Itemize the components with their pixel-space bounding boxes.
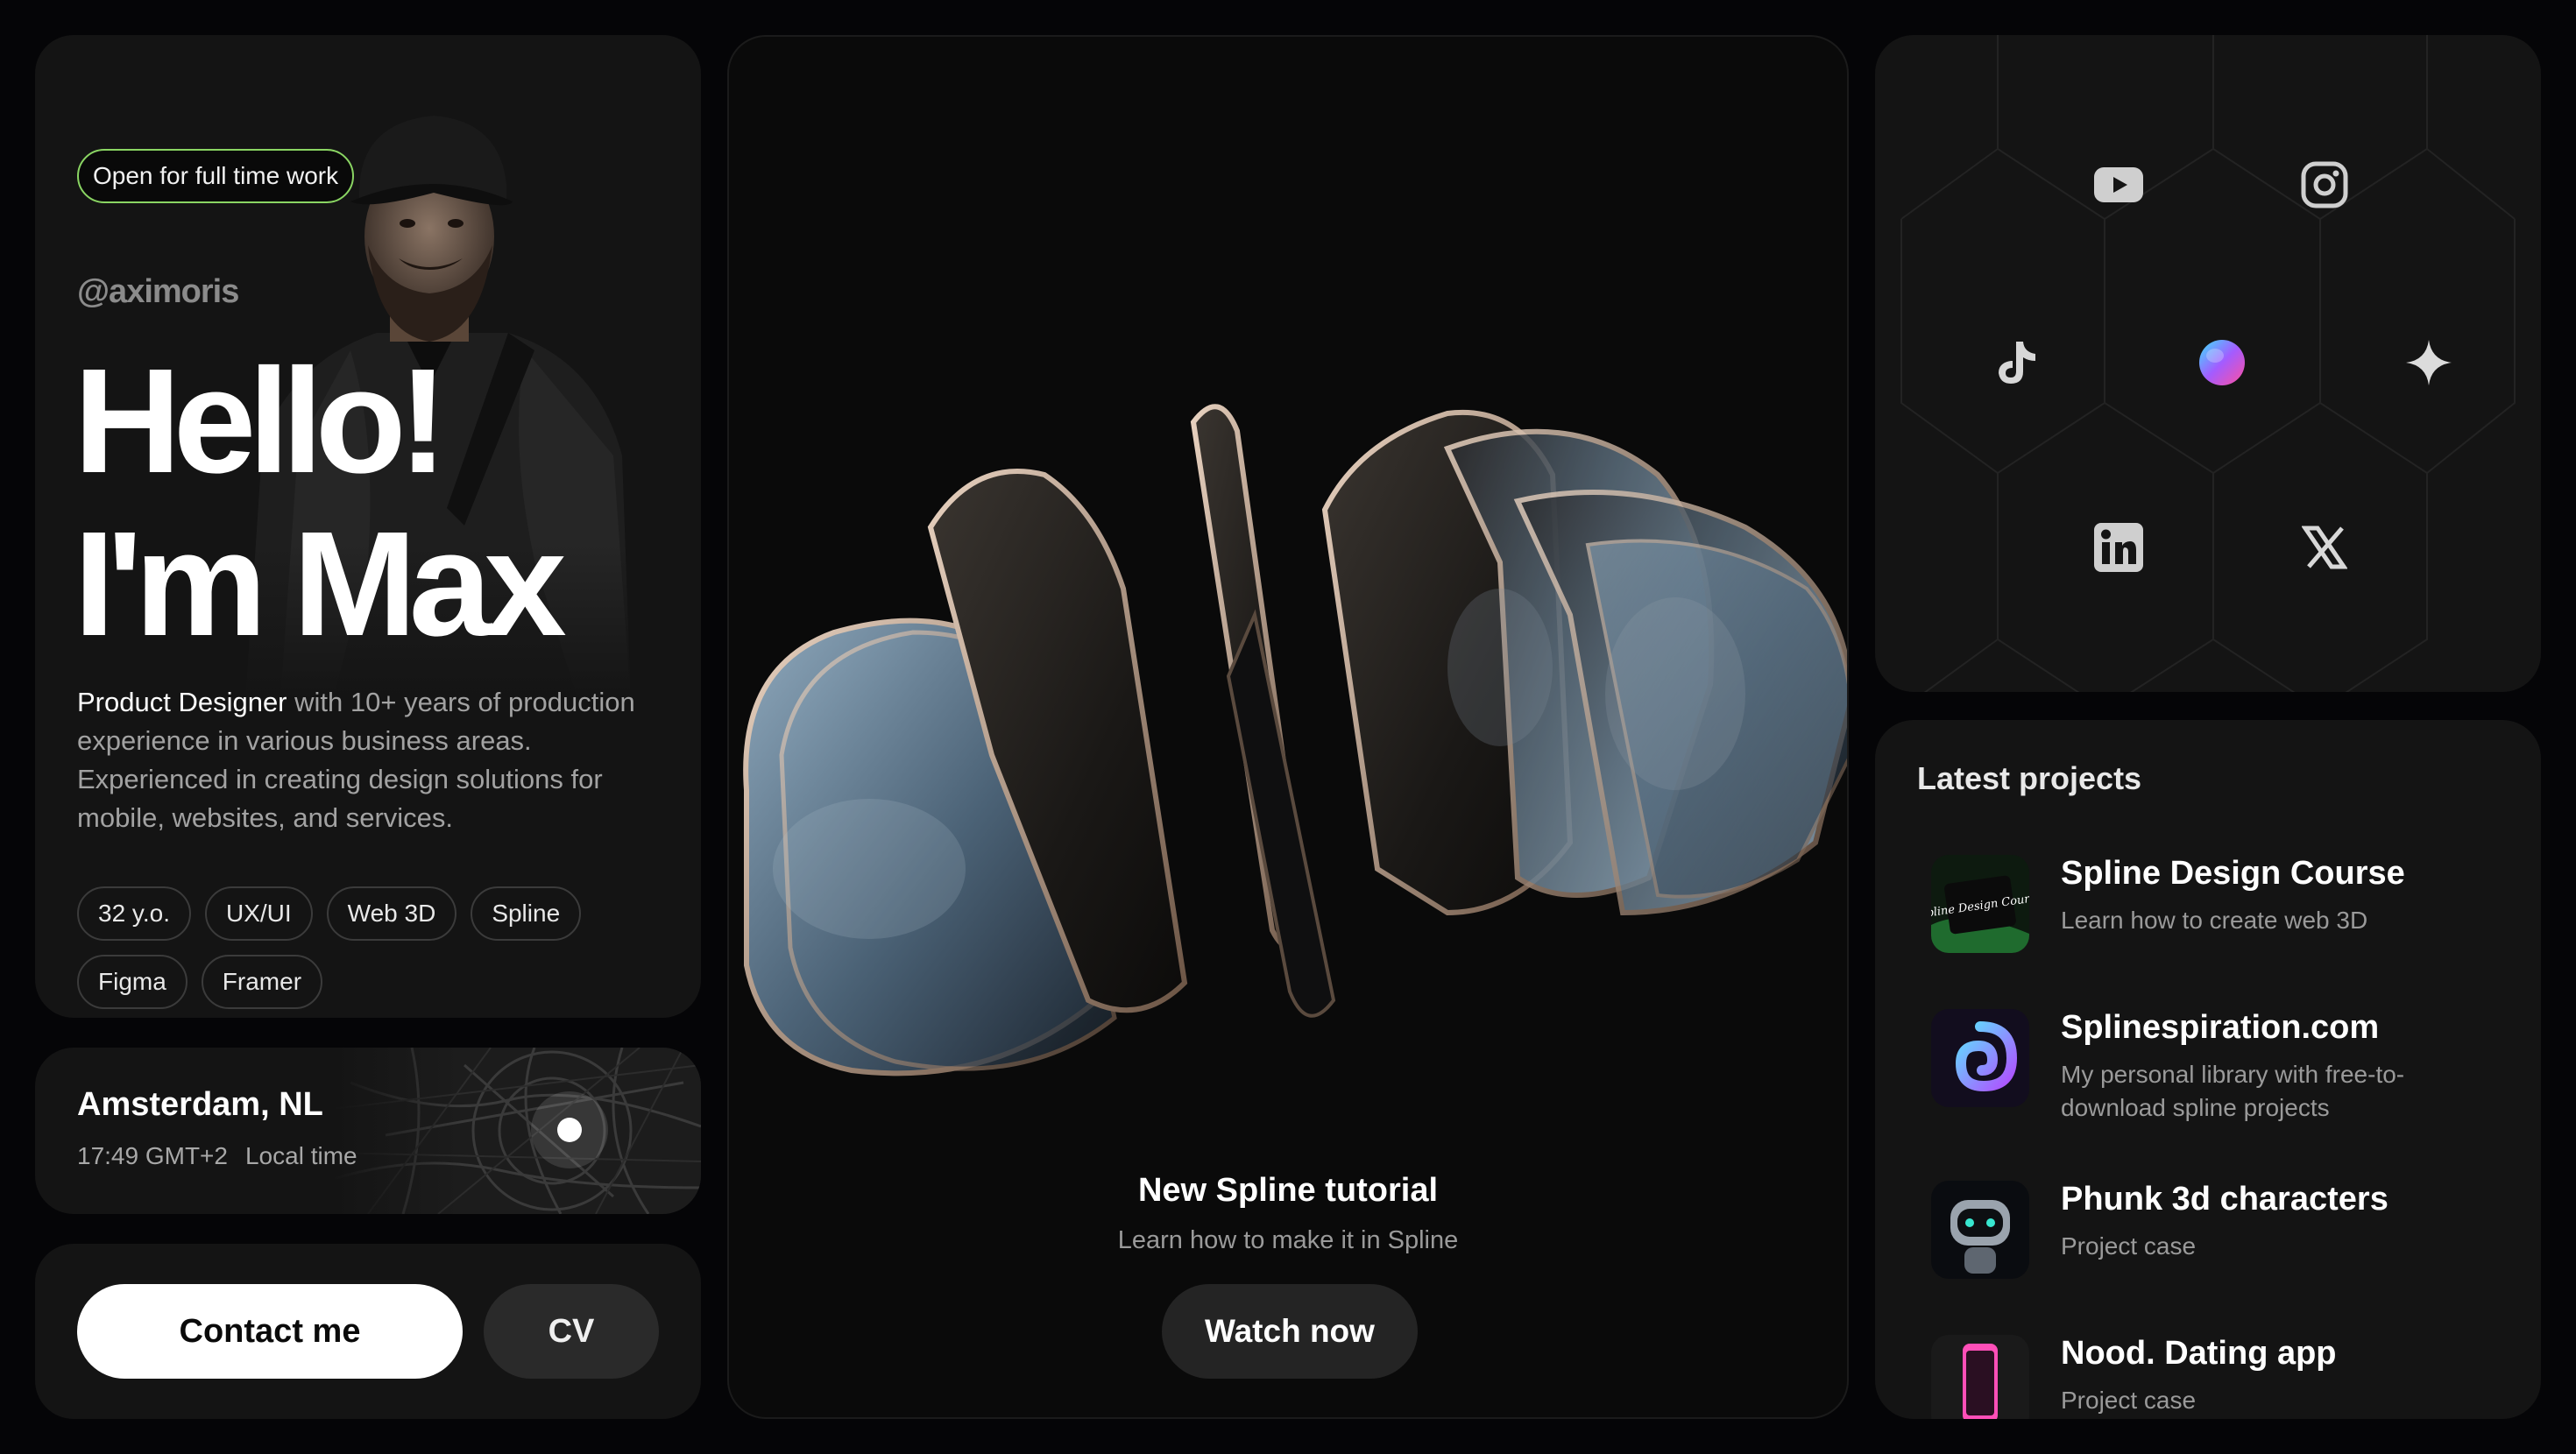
actions-card: Contact me CV: [35, 1244, 701, 1419]
social-links-card: [1875, 35, 2541, 692]
project-description: Learn how to create web 3D: [2061, 907, 2368, 934]
x-icon[interactable]: [2289, 512, 2360, 582]
project-thumbnail: Spline Design Course: [1931, 855, 2029, 953]
tutorial-title: New Spline tutorial: [1137, 1172, 1439, 1209]
greeting-line-2: I'm Max: [74, 501, 567, 667]
bio-role: Product Designer: [77, 687, 287, 717]
project-thumbnail: [1931, 1009, 2029, 1107]
linkedin-icon[interactable]: [2084, 512, 2154, 582]
bio-text: Product Designer with 10+ years of produ…: [77, 683, 673, 837]
instagram-icon[interactable]: [2289, 150, 2360, 220]
greeting-line-1: Hello!: [74, 338, 448, 505]
project-item[interactable]: Splinespiration.com My personal library …: [1931, 1009, 2509, 1123]
time-label: Local time: [244, 1142, 357, 1169]
cv-button[interactable]: CV: [484, 1284, 659, 1379]
project-thumbnail: [1931, 1335, 2029, 1419]
tag-chip: 32 y.o.: [77, 886, 191, 941]
tag-chip: Web 3D: [326, 886, 457, 941]
skill-tags: 32 y.o. UX/UI Web 3D Spline Figma Framer: [77, 886, 655, 1009]
youtube-icon[interactable]: [2084, 150, 2154, 220]
profile-card: Open for full time work @aximoris Hello!…: [35, 35, 701, 1018]
watch-now-button[interactable]: Watch now: [1162, 1284, 1418, 1379]
sparkle-icon[interactable]: [2394, 328, 2464, 398]
project-thumbnail: [1931, 1181, 2029, 1279]
project-item[interactable]: Nood. Dating app Project case: [1931, 1335, 2509, 1419]
project-description: Project case: [2061, 1387, 2197, 1414]
city-name: Amsterdam, NL: [77, 1086, 323, 1123]
project-name: Spline Design Course: [2061, 855, 2405, 892]
tag-chip: UX/UI: [204, 886, 313, 941]
city-map: [333, 1048, 701, 1214]
project-name: Nood. Dating app: [2061, 1335, 2337, 1372]
tag-chip: Figma: [77, 955, 188, 1009]
tutorial-card: New Spline tutorial Learn how to make it…: [727, 35, 1849, 1419]
tag-chip: Framer: [201, 955, 323, 1009]
availability-badge: Open for full time work: [77, 149, 355, 203]
project-name: Splinespiration.com: [2061, 1009, 2380, 1046]
local-time: 17:49 GMT+2 Local time: [77, 1142, 375, 1170]
project-description: Project case: [2061, 1232, 2197, 1260]
tag-chip: Spline: [471, 886, 582, 941]
tutorial-subtitle: Learn how to make it in Spline: [1117, 1226, 1459, 1254]
greeting-heading: Hello! I'm Max: [74, 338, 567, 667]
project-item[interactable]: Phunk 3d characters Project case: [1931, 1181, 2509, 1295]
project-item[interactable]: Spline Design Course Spline Design Cours…: [1931, 855, 2509, 969]
glass-sculpture-render: [743, 404, 1847, 1076]
latest-projects-card: Latest projects Spline Design Course Spl…: [1875, 720, 2541, 1419]
tiktok-icon[interactable]: [1982, 328, 2052, 398]
contact-button[interactable]: Contact me: [77, 1284, 463, 1379]
project-name: Phunk 3d characters: [2061, 1181, 2388, 1218]
project-description: My personal library with free-to-downloa…: [2061, 1061, 2405, 1121]
username-handle: @aximoris: [77, 273, 239, 310]
spline-icon[interactable]: [2187, 328, 2257, 398]
time-value: 17:49 GMT+2: [77, 1142, 228, 1169]
projects-heading: Latest projects: [1917, 760, 2142, 796]
location-card: Amsterdam, NL 17:49 GMT+2 Local time: [35, 1048, 701, 1214]
